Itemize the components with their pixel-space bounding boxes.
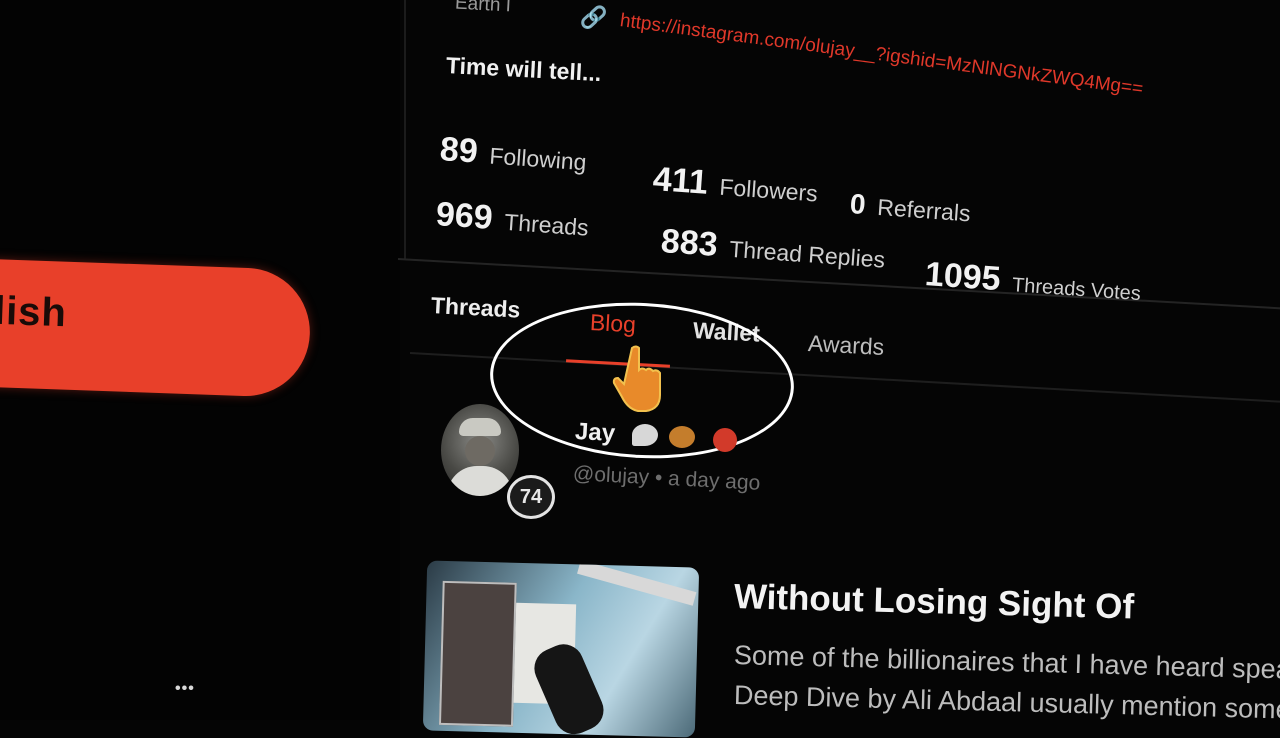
post-thumbnail[interactable] — [422, 560, 700, 738]
heart-badge-icon — [669, 426, 695, 448]
level-badge: 74 — [507, 475, 555, 519]
stat-label: Thread Replies — [728, 235, 886, 273]
link-icon: 🔗 — [579, 4, 609, 31]
stat-value: 1095 — [923, 255, 1002, 299]
post-handle[interactable]: @olujay — [572, 462, 649, 489]
stat-value: 411 — [651, 160, 710, 202]
stat-referrals[interactable]: 0 Referrals — [849, 188, 972, 228]
sidebar-divider — [404, 0, 406, 260]
tab-threads[interactable]: Threads — [430, 292, 521, 324]
post-excerpt-line-1: Some of the billionaires that I have hea… — [733, 640, 1280, 685]
stat-threads[interactable]: 969 Threads — [435, 195, 590, 245]
profile-link[interactable]: https://instagram.com/olujay__?igshid=Mz… — [619, 10, 1145, 101]
post-meta: @olujay • a day ago — [572, 462, 760, 496]
avatar-cap — [459, 418, 501, 436]
thumbnail-monitor — [438, 580, 517, 727]
stat-threads-votes[interactable]: 1095 Threads Votes — [924, 255, 1143, 309]
stat-value: 883 — [659, 222, 719, 264]
chat-bubble-icon — [632, 424, 658, 446]
profile-location: Earth I — [454, 0, 512, 17]
stat-thread-replies[interactable]: 883 Thread Replies — [660, 222, 887, 277]
thumbnail-microphone — [528, 637, 610, 738]
post-title[interactable]: Without Losing Sight Of — [733, 577, 1135, 627]
thumbnail-rail — [577, 560, 697, 606]
more-options-icon[interactable]: ••• — [175, 680, 195, 698]
stat-value: 0 — [848, 188, 867, 221]
post-time: a day ago — [667, 466, 761, 495]
post-author[interactable]: Jay — [574, 418, 615, 448]
stat-value: 969 — [434, 195, 494, 237]
stat-label: Referrals — [876, 193, 972, 227]
red-badge-icon — [713, 428, 737, 452]
profile-bio: Time will tell... — [445, 52, 603, 87]
avatar-face — [465, 436, 495, 466]
post-excerpt-line-2: Deep Dive by Ali Abdaal usually mention … — [733, 680, 1280, 726]
avatar-body — [447, 466, 513, 496]
publish-button-label: lish — [0, 288, 68, 336]
tab-awards[interactable]: Awards — [807, 330, 885, 361]
stat-label: Following — [488, 142, 588, 176]
avatar[interactable] — [441, 404, 519, 496]
stat-following[interactable]: 89 Following — [439, 130, 588, 179]
stat-value: 89 — [438, 130, 480, 171]
stat-label: Threads — [503, 208, 590, 241]
stat-followers[interactable]: 411 Followers — [652, 160, 820, 210]
stat-label: Threads Votes — [1011, 274, 1142, 306]
stat-label: Followers — [718, 173, 819, 207]
